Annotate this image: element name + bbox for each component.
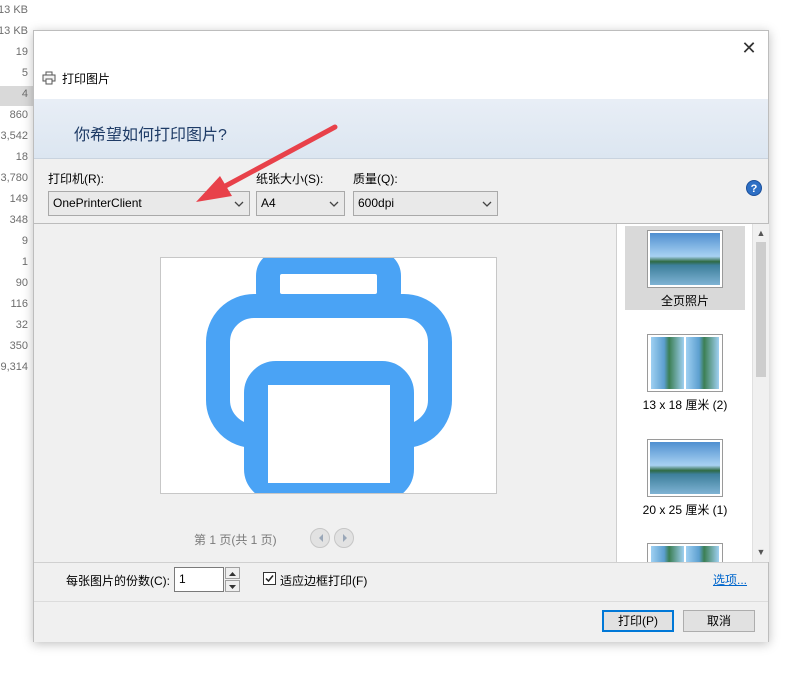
print-pictures-dialog: ✕ 打印图片 你希望如何打印图片? 打印机(R): 纸张大小(S): 质量(Q)… bbox=[33, 30, 769, 642]
size-cell: 32 bbox=[15, 319, 28, 331]
page-indicator: 第 1 页(共 1 页) bbox=[194, 533, 277, 547]
size-cell: 860 bbox=[9, 109, 28, 121]
quality-select-value: 600dpi bbox=[358, 196, 395, 210]
layout-item-next[interactable] bbox=[625, 539, 745, 562]
layout-item-20x25[interactable]: 20 x 25 厘米 (1) bbox=[625, 435, 745, 519]
size-cell: 149 bbox=[9, 193, 28, 205]
layout-thumbnail bbox=[647, 439, 723, 497]
scroll-down-icon[interactable]: ▼ bbox=[756, 547, 766, 557]
layout-thumbnail bbox=[647, 543, 723, 562]
next-page-button[interactable] bbox=[334, 528, 354, 548]
fit-to-frame-checkbox[interactable] bbox=[263, 572, 276, 585]
instruction-banner: 你希望如何打印图片? bbox=[34, 99, 768, 159]
layout-scrollbar[interactable]: ▲ ▼ bbox=[752, 224, 769, 562]
title-bar: ✕ 打印图片 bbox=[34, 31, 768, 99]
size-cell: 5 bbox=[21, 67, 28, 79]
copies-label: 每张图片的份数(C): bbox=[66, 574, 170, 588]
size-cell: 350 bbox=[9, 340, 28, 352]
chevron-down-icon bbox=[229, 585, 236, 589]
layout-item-label: 13 x 18 厘米 (2) bbox=[642, 398, 728, 412]
preview-area: 第 1 页(共 1 页) bbox=[34, 224, 616, 562]
layout-list[interactable]: 全页照片 13 x 18 厘米 (2) 20 x 25 厘米 (1) bbox=[616, 224, 752, 562]
previous-page-button[interactable] bbox=[310, 528, 330, 548]
preview-page bbox=[160, 257, 497, 494]
chevron-down-icon bbox=[482, 201, 492, 207]
size-cell: 19 bbox=[15, 46, 28, 58]
landscape-image bbox=[685, 546, 720, 562]
quality-label: 质量(Q): bbox=[353, 172, 398, 186]
size-cell: 9 bbox=[21, 235, 28, 247]
printer-icon bbox=[42, 71, 56, 85]
help-icon[interactable]: ? bbox=[746, 180, 762, 196]
printer-select-value: OnePrinterClient bbox=[53, 196, 142, 210]
quality-select[interactable]: 600dpi bbox=[353, 191, 498, 216]
size-cell: 3,542 bbox=[0, 130, 28, 142]
printer-icon bbox=[206, 258, 452, 493]
fit-to-frame-label[interactable]: 适应边框打印(F) bbox=[280, 572, 367, 589]
layout-thumbnail bbox=[647, 230, 723, 288]
landscape-image bbox=[685, 337, 720, 389]
layout-thumbnail bbox=[647, 334, 723, 392]
size-cell: 3,780 bbox=[0, 172, 28, 184]
layout-item-13x18[interactable]: 13 x 18 厘米 (2) bbox=[625, 330, 745, 414]
close-icon[interactable]: ✕ bbox=[738, 37, 760, 59]
chevron-down-icon bbox=[329, 201, 339, 207]
scroll-thumb[interactable] bbox=[756, 242, 766, 377]
copies-decrement-button[interactable] bbox=[225, 580, 240, 592]
print-button[interactable]: 打印(P) bbox=[602, 610, 674, 632]
copies-input[interactable]: 1 bbox=[174, 567, 224, 592]
chevron-left-icon bbox=[319, 534, 323, 542]
size-cell: 13 KB bbox=[0, 25, 28, 37]
chevron-up-icon bbox=[229, 572, 236, 576]
checkmark-icon bbox=[265, 575, 274, 583]
size-cell: 18 bbox=[15, 151, 28, 163]
landscape-image bbox=[650, 442, 720, 494]
size-cell: 4 bbox=[21, 88, 28, 100]
layout-item-label: 全页照片 bbox=[660, 294, 709, 308]
size-cell: 90 bbox=[15, 277, 28, 289]
scroll-up-icon[interactable]: ▲ bbox=[756, 228, 766, 238]
size-cell: 1 bbox=[21, 256, 28, 268]
paper-size-label: 纸张大小(S): bbox=[256, 172, 324, 186]
copies-increment-button[interactable] bbox=[225, 567, 240, 579]
printer-label: 打印机(R): bbox=[48, 172, 104, 186]
size-cell: 348 bbox=[9, 214, 28, 226]
landscape-image bbox=[650, 337, 685, 389]
size-cell: 116 bbox=[10, 298, 28, 310]
size-cell: 9,314 bbox=[0, 361, 28, 373]
chevron-down-icon bbox=[234, 201, 244, 207]
printer-select[interactable]: OnePrinterClient bbox=[48, 191, 250, 216]
instruction-heading: 你希望如何打印图片? bbox=[74, 127, 227, 144]
layout-item-label: 20 x 25 厘米 (1) bbox=[642, 503, 728, 517]
layout-item-full-page[interactable]: 全页照片 bbox=[625, 226, 745, 310]
dialog-title: 打印图片 bbox=[62, 72, 111, 86]
options-link[interactable]: 选项... bbox=[713, 571, 747, 588]
landscape-image bbox=[650, 546, 685, 562]
paper-size-select[interactable]: A4 bbox=[256, 191, 345, 216]
cancel-button[interactable]: 取消 bbox=[683, 610, 755, 632]
paper-size-select-value: A4 bbox=[261, 196, 276, 210]
chevron-right-icon bbox=[343, 534, 347, 542]
landscape-image bbox=[650, 233, 720, 285]
size-cell: 13 KB bbox=[0, 4, 28, 16]
